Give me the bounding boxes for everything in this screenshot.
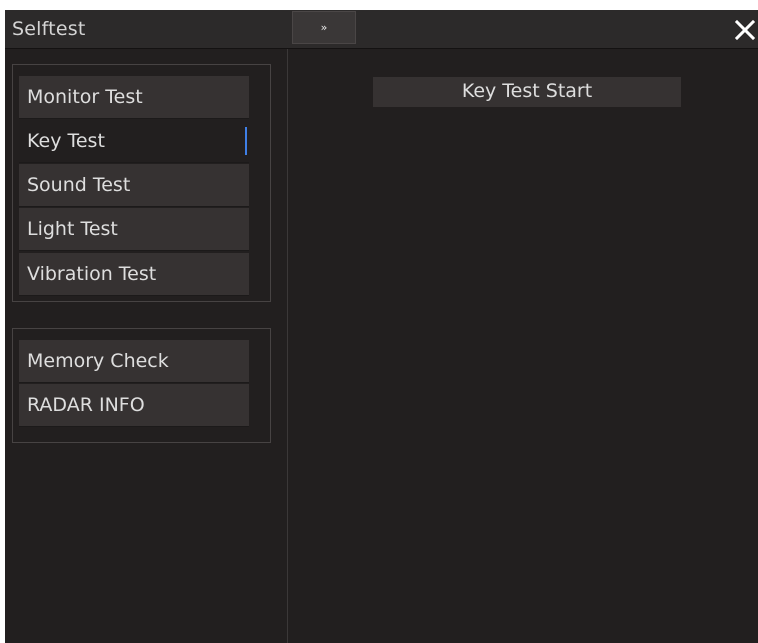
sound-test-button[interactable]: Sound Test [19, 164, 249, 207]
vibration-test-button[interactable]: Vibration Test [19, 253, 249, 296]
monitor-test-button[interactable]: Monitor Test [19, 76, 249, 119]
key-test-button[interactable]: Key Test [19, 120, 249, 163]
key-test-start-button[interactable]: Key Test Start [373, 77, 681, 107]
menu-label: Key Test [27, 130, 105, 152]
test-content-panel: Key Test Start [289, 49, 758, 643]
menu-label: Sound Test [27, 174, 131, 196]
menu-label: Light Test [27, 218, 118, 240]
title-bar: Selftest » [5, 10, 758, 49]
menu-label: RADAR INFO [27, 394, 145, 416]
selection-marker [245, 127, 247, 155]
menu-label: Monitor Test [27, 86, 143, 108]
menu-label: Vibration Test [27, 263, 157, 285]
expand-button[interactable]: » [292, 11, 356, 44]
memory-check-button[interactable]: Memory Check [19, 340, 249, 383]
test-menu-panel: Monitor Test Key Test Sound Test Light T… [5, 49, 288, 643]
menu-label: Memory Check [27, 350, 169, 372]
radar-info-button[interactable]: RADAR INFO [19, 384, 249, 427]
selftest-window: Selftest » Monitor Test Key Test Sound T… [5, 10, 758, 643]
close-icon [735, 20, 755, 40]
close-button[interactable] [730, 10, 758, 48]
window-title: Selftest [12, 18, 86, 40]
light-test-button[interactable]: Light Test [19, 208, 249, 251]
